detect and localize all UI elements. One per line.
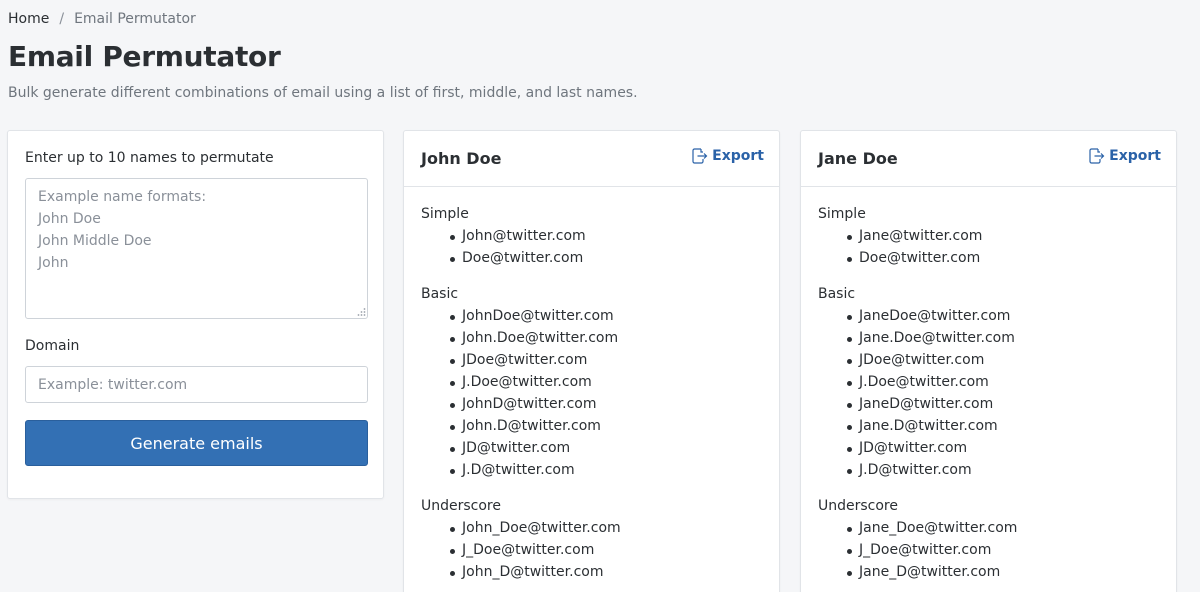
email-item: John.D@twitter.com — [446, 415, 769, 437]
names-textarea[interactable] — [25, 178, 368, 319]
export-label: Export — [1109, 148, 1161, 164]
email-item: John_D@twitter.com — [446, 561, 769, 583]
email-item: John_Doe@twitter.com — [446, 517, 769, 539]
email-item: JaneD@twitter.com — [843, 393, 1166, 415]
email-item: Jane_D@twitter.com — [843, 561, 1166, 583]
email-group-basic: Basic JaneDoe@twitter.com Jane.Doe@twitt… — [818, 283, 1166, 481]
page-title: Email Permutator — [8, 40, 281, 73]
export-icon — [1089, 148, 1105, 164]
email-item: J.Doe@twitter.com — [446, 371, 769, 393]
breadcrumb-separator: / — [59, 11, 65, 27]
email-item: John.Doe@twitter.com — [446, 327, 769, 349]
result-card-body: Simple Jane@twitter.com Doe@twitter.com … — [818, 203, 1166, 592]
email-group-simple: Simple Jane@twitter.com Doe@twitter.com — [818, 203, 1166, 269]
email-item: J_Doe@twitter.com — [446, 539, 769, 561]
email-list: Jane@twitter.com Doe@twitter.com — [818, 225, 1166, 269]
group-title: Simple — [421, 206, 469, 222]
result-person-name: Jane Doe — [818, 149, 898, 168]
email-list: John@twitter.com Doe@twitter.com — [421, 225, 769, 269]
result-person-name: John Doe — [421, 149, 502, 168]
result-card-body: Simple John@twitter.com Doe@twitter.com … — [421, 203, 769, 592]
email-group-underscore: Underscore Jane_Doe@twitter.com J_Doe@tw… — [818, 495, 1166, 583]
email-list: JohnDoe@twitter.com John.Doe@twitter.com… — [421, 305, 769, 481]
group-title: Simple — [818, 206, 866, 222]
email-item: Doe@twitter.com — [446, 247, 769, 269]
email-list: Jane_Doe@twitter.com J_Doe@twitter.com J… — [818, 517, 1166, 583]
result-card: Jane Doe Export Simple Jane@twitter.com … — [800, 130, 1177, 592]
export-button[interactable]: Export — [691, 148, 764, 164]
group-title: Underscore — [818, 498, 898, 514]
group-title: Underscore — [421, 498, 501, 514]
email-group-basic: Basic JohnDoe@twitter.com John.Doe@twitt… — [421, 283, 769, 481]
result-card-header: John Doe Export — [404, 131, 779, 187]
email-item: J.D@twitter.com — [446, 459, 769, 481]
export-button[interactable]: Export — [1088, 148, 1161, 164]
email-list: JaneDoe@twitter.com Jane.Doe@twitter.com… — [818, 305, 1166, 481]
email-item: Jane.D@twitter.com — [843, 415, 1166, 437]
export-label: Export — [712, 148, 764, 164]
email-item: Jane@twitter.com — [843, 225, 1166, 247]
email-item: Doe@twitter.com — [843, 247, 1166, 269]
breadcrumb-home-link[interactable]: Home — [8, 11, 49, 27]
email-item: JaneDoe@twitter.com — [843, 305, 1166, 327]
group-title: Basic — [818, 286, 856, 302]
names-label: Enter up to 10 names to permutate — [25, 150, 274, 166]
email-group-underscore: Underscore John_Doe@twitter.com J_Doe@tw… — [421, 495, 769, 583]
email-item: J_Doe@twitter.com — [843, 539, 1166, 561]
email-item: John@twitter.com — [446, 225, 769, 247]
email-list: John_Doe@twitter.com J_Doe@twitter.com J… — [421, 517, 769, 583]
result-card: John Doe Export Simple John@twitter.com … — [403, 130, 780, 592]
email-item: J.D@twitter.com — [843, 459, 1166, 481]
resize-grip-icon[interactable] — [356, 307, 366, 317]
breadcrumb: Home / Email Permutator — [8, 11, 196, 27]
email-item: JohnDoe@twitter.com — [446, 305, 769, 327]
domain-label: Domain — [25, 338, 80, 354]
breadcrumb-current: Email Permutator — [74, 11, 196, 27]
email-item: JDoe@twitter.com — [843, 349, 1166, 371]
email-item: JD@twitter.com — [843, 437, 1166, 459]
page: Home / Email Permutator Email Permutator… — [0, 0, 1200, 592]
domain-input[interactable] — [25, 366, 368, 403]
email-item: JDoe@twitter.com — [446, 349, 769, 371]
email-item: JD@twitter.com — [446, 437, 769, 459]
generate-emails-button[interactable]: Generate emails — [25, 420, 368, 466]
permutator-form-card: Enter up to 10 names to permutate Domain… — [7, 130, 384, 499]
email-group-simple: Simple John@twitter.com Doe@twitter.com — [421, 203, 769, 269]
group-title: Basic — [421, 286, 459, 302]
export-icon — [692, 148, 708, 164]
page-description: Bulk generate different combinations of … — [8, 85, 638, 101]
result-card-header: Jane Doe Export — [801, 131, 1176, 187]
email-item: J.Doe@twitter.com — [843, 371, 1166, 393]
email-item: Jane.Doe@twitter.com — [843, 327, 1166, 349]
email-item: JohnD@twitter.com — [446, 393, 769, 415]
email-item: Jane_Doe@twitter.com — [843, 517, 1166, 539]
